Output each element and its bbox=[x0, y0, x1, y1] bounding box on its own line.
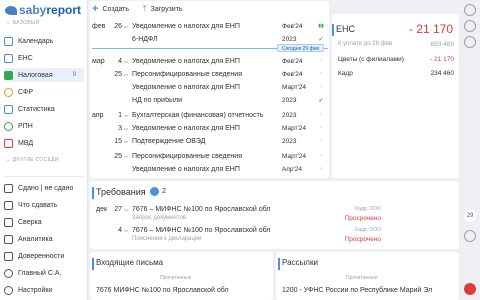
status-icon: ◦ bbox=[319, 166, 323, 172]
sidebar-item-profile[interactable]: Главный С.А. bbox=[4, 266, 84, 280]
section-base[interactable]: ⌄ БАЗОВЫЙ bbox=[6, 20, 39, 26]
requirements-counter[interactable]: 2 bbox=[150, 187, 166, 196]
status-badge: Просрочено bbox=[344, 215, 381, 222]
ens-line[interactable]: Кадр 234 460 bbox=[338, 70, 454, 77]
statistics-icon bbox=[4, 104, 13, 114]
plus-icon: + bbox=[92, 3, 99, 15]
divider bbox=[4, 176, 84, 177]
today-marker: Сегодня 29 фев bbox=[277, 44, 325, 52]
calendar-row[interactable]: 25 пн Персонифицированные сведения Фев'24 ◦ bbox=[92, 69, 326, 79]
shield-icon bbox=[4, 138, 13, 148]
inbox-title[interactable]: Входящие письма bbox=[91, 258, 163, 270]
compare-icon bbox=[4, 217, 13, 227]
gear-icon bbox=[150, 187, 159, 196]
ens-title[interactable]: ЕНС bbox=[331, 24, 355, 36]
help-icon[interactable] bbox=[464, 230, 476, 242]
notification-icon[interactable] bbox=[464, 283, 476, 295]
calendar-row[interactable]: 15 пн Подтверждение ОВЭД 2023 ◦ bbox=[92, 136, 326, 146]
chevron-down-icon: ⌄ bbox=[6, 157, 11, 163]
bell-icon[interactable] bbox=[464, 20, 476, 32]
status-icon: ◦ bbox=[319, 71, 323, 77]
requirement-item[interactable]: 4 пн 7676 – МИФНС №100 по Ярославской об… bbox=[96, 226, 381, 246]
requirement-item[interactable]: дек 27 ср 7676 – МИФНС №100 по Ярославск… bbox=[96, 205, 381, 225]
calendar-day-icon[interactable]: 29 bbox=[464, 210, 476, 222]
status-icon: ◦ bbox=[319, 138, 323, 144]
status-icon: ▮▮ bbox=[318, 23, 324, 29]
check-icon: ✓ bbox=[318, 36, 324, 43]
calendar-row[interactable]: 25 чт Персонифицированные сведения Март'24 ◦ bbox=[92, 151, 326, 161]
sidebar-item-power-of-attorney[interactable]: Доверенности bbox=[4, 249, 84, 263]
sync-icon bbox=[4, 183, 13, 193]
chevron-down-icon: ⌄ bbox=[6, 20, 11, 26]
sidebar-item-statistics[interactable]: Статистика bbox=[4, 102, 84, 116]
compass-icon bbox=[4, 200, 13, 210]
calendar-row[interactable]: НД по прибыли 2023 ✓ bbox=[92, 95, 326, 105]
status-icon: ◦ bbox=[319, 112, 323, 118]
sfr-icon bbox=[4, 87, 13, 97]
tax-icon bbox=[4, 70, 13, 80]
counter-badge: 9 bbox=[72, 72, 76, 78]
ens-line[interactable]: Цветы (с филиалами) - 21 170 bbox=[338, 56, 454, 63]
mailings-filter[interactable]: Прочитанные bbox=[346, 275, 377, 281]
status-icon: ◦ bbox=[319, 125, 323, 131]
leaf-icon bbox=[4, 121, 13, 131]
calendar-row[interactable]: мар 4 пн Уведомление о налогах для ЕНП Фев'2… bbox=[92, 56, 326, 66]
sidebar-item-tax[interactable]: Налоговая 9 bbox=[4, 68, 84, 82]
check-icon: ✓ bbox=[318, 97, 324, 104]
requirements-title[interactable]: Требования bbox=[92, 187, 146, 199]
inbox-filter[interactable]: Прочитанные bbox=[160, 275, 191, 281]
sidebar-item-analytics[interactable]: Аналитика bbox=[4, 232, 84, 246]
calendar-icon bbox=[4, 36, 13, 46]
logo[interactable]: sabyreport bbox=[5, 3, 81, 17]
logo-icon bbox=[5, 6, 17, 15]
sidebar-item-mvd[interactable]: МВД bbox=[4, 136, 84, 150]
sidebar-item-sfr[interactable]: СФР bbox=[4, 85, 84, 99]
wallet-icon bbox=[4, 53, 13, 63]
status-icon: ◦ bbox=[319, 58, 323, 64]
sidebar-item-ens[interactable]: ЕНС bbox=[4, 51, 84, 65]
ens-line[interactable]: К уплате до 28 фев 893 489 bbox=[338, 41, 454, 48]
sidebar-item-submitted[interactable]: Сдано | не сдано bbox=[4, 181, 84, 195]
status-badge: Просрочено bbox=[344, 236, 381, 243]
mailings-item[interactable]: 1200 - УФНС России по Республике Марий Э… bbox=[282, 287, 432, 294]
gear-icon bbox=[4, 285, 13, 295]
calendar-row[interactable]: Уведомление о налогах для ЕНП Апр'24 ◦ bbox=[92, 164, 326, 174]
status-icon: ◦ bbox=[319, 153, 323, 159]
sidebar-item-settings[interactable]: Настройки bbox=[4, 283, 84, 297]
document-icon bbox=[4, 251, 13, 261]
sidebar-item-calendar[interactable]: Календарь bbox=[4, 34, 84, 48]
inbox-letter[interactable]: 7676 МИФНС №100 по Ярославской обл bbox=[96, 287, 229, 294]
upload-button[interactable]: ⤒ Загрузить bbox=[143, 4, 183, 14]
status-icon: ◦ bbox=[319, 84, 323, 90]
sidebar-item-what-to-submit[interactable]: Что сдавать bbox=[4, 198, 84, 212]
chat-icon[interactable] bbox=[464, 36, 476, 48]
sidebar: sabyreport ⌄ БАЗОВЫЙ Календарь ЕНС Налог… bbox=[0, 0, 88, 300]
calendar-row[interactable]: фев 26 пн Уведомление о налогах для ЕНП Фев'… bbox=[92, 21, 326, 31]
toolbar: + Создать ⤒ Загрузить bbox=[92, 2, 197, 16]
calendar-row[interactable]: апр 1 пн Бухгалтерская (финансовая) отчетно… bbox=[92, 110, 326, 120]
calendar-row[interactable]: Уведомление о налогах для ЕНП Март'24 ◦ bbox=[92, 82, 326, 92]
create-button[interactable]: + Создать bbox=[92, 3, 129, 15]
ens-balance: - 21 170 bbox=[408, 22, 453, 36]
right-rail: 29 bbox=[460, 0, 480, 300]
user-icon bbox=[4, 268, 13, 278]
user-icon[interactable] bbox=[464, 4, 476, 16]
upload-icon: ⤒ bbox=[143, 4, 147, 13]
ens-card bbox=[332, 14, 459, 178]
mailings-title[interactable]: Рассылки bbox=[278, 258, 318, 270]
sidebar-item-reconciliation[interactable]: Сверка bbox=[4, 215, 84, 229]
calendar-row[interactable]: 3 ср Уведомление о налогах для ЕНП Март'24 ◦ bbox=[92, 123, 326, 133]
analytics-icon bbox=[4, 234, 13, 244]
calendar-row[interactable]: 6-НДФЛ 2023 ✓ bbox=[92, 34, 326, 44]
section-other[interactable]: ⌄ ДРУГИЕ СОСЕДИ bbox=[6, 157, 59, 163]
sidebar-item-rpn[interactable]: РПН bbox=[4, 119, 84, 133]
